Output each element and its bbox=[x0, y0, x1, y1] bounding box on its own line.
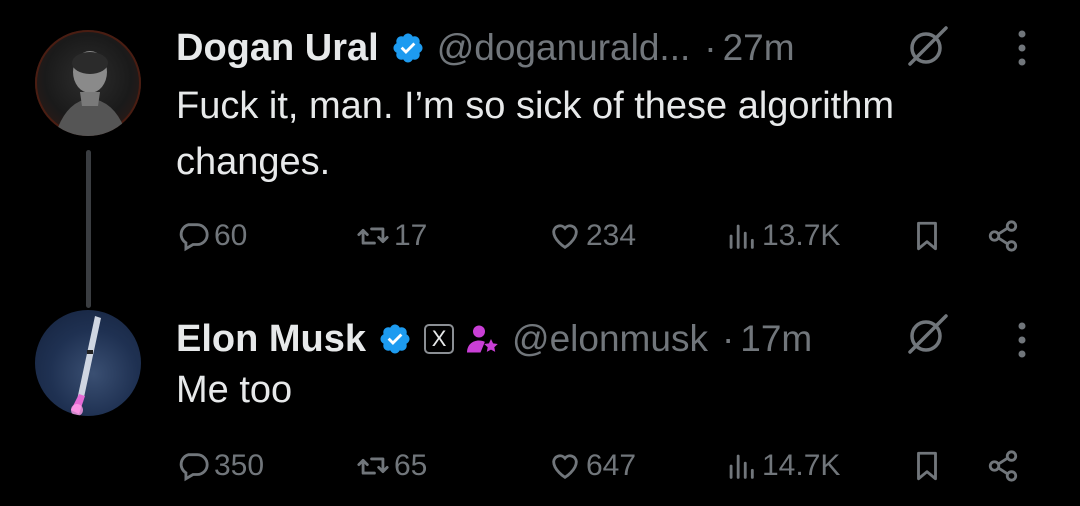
repost-button[interactable]: 17 bbox=[356, 214, 427, 258]
repost-count: 17 bbox=[394, 219, 428, 252]
verified-badge-icon bbox=[380, 324, 410, 354]
reply-count: 350 bbox=[214, 449, 265, 482]
share-button[interactable] bbox=[986, 444, 1020, 488]
tweet-header: Dogan Ural @doganurald... · 27m bbox=[176, 24, 795, 72]
reply-icon bbox=[179, 223, 209, 252]
like-count: 647 bbox=[586, 449, 637, 482]
tweet-text: Fuck it, man. I’m so sick of these algor… bbox=[176, 85, 895, 183]
separator: · bbox=[704, 27, 717, 68]
views-icon bbox=[729, 224, 754, 249]
views-count: 13.7K bbox=[762, 219, 841, 252]
share-button[interactable] bbox=[986, 214, 1020, 258]
more-icon[interactable] bbox=[1012, 318, 1032, 362]
views-icon bbox=[729, 454, 754, 479]
more-icon[interactable] bbox=[1012, 26, 1032, 70]
verified-badge-icon bbox=[393, 33, 423, 63]
share-icon bbox=[988, 450, 1018, 482]
timestamp[interactable]: 17m bbox=[740, 318, 812, 360]
avatar[interactable] bbox=[35, 30, 141, 136]
grok-icon[interactable] bbox=[904, 24, 950, 70]
reply-button[interactable]: 350 bbox=[176, 444, 264, 488]
thread-line bbox=[86, 150, 91, 308]
action-bar: 60 17 234 13.7K bbox=[176, 214, 1046, 258]
author-name[interactable]: Elon Musk bbox=[176, 318, 366, 361]
tweet-text: Me too bbox=[176, 369, 293, 411]
views-button[interactable]: 13.7K bbox=[724, 214, 840, 258]
like-icon bbox=[552, 454, 578, 480]
repost-icon bbox=[357, 457, 389, 475]
like-button[interactable]: 647 bbox=[548, 444, 636, 488]
repost-button[interactable]: 65 bbox=[356, 444, 427, 488]
separator: · bbox=[721, 318, 735, 359]
bookmark-button[interactable] bbox=[910, 444, 944, 488]
like-icon bbox=[552, 224, 578, 250]
views-count: 14.7K bbox=[762, 449, 841, 482]
views-button[interactable]: 14.7K bbox=[724, 444, 840, 488]
reply-button[interactable]: 60 bbox=[176, 214, 247, 258]
author-name[interactable]: Dogan Ural bbox=[176, 27, 379, 70]
timestamp[interactable]: 27m bbox=[723, 27, 795, 69]
share-icon bbox=[988, 220, 1018, 252]
avatar[interactable] bbox=[35, 310, 141, 416]
bookmark-button[interactable] bbox=[910, 214, 944, 258]
tweet[interactable]: Elon Musk X @elonmusk · 17m Me too 350 6… bbox=[0, 290, 1080, 506]
tweet[interactable]: Dogan Ural @doganurald... · 27m Fuck it,… bbox=[0, 0, 1080, 308]
repost-icon bbox=[357, 227, 389, 245]
like-button[interactable]: 234 bbox=[548, 214, 636, 258]
action-bar: 350 65 647 14.7K bbox=[176, 444, 1046, 488]
tweet-header: Elon Musk X @elonmusk · 17m bbox=[176, 314, 812, 364]
repost-count: 65 bbox=[394, 449, 428, 482]
like-count: 234 bbox=[586, 219, 637, 252]
x-affiliate-icon[interactable]: X bbox=[424, 324, 455, 354]
reply-count: 60 bbox=[214, 219, 248, 252]
reply-icon bbox=[179, 453, 209, 482]
affiliate-person-icon bbox=[467, 325, 498, 353]
author-handle[interactable]: @elonmusk bbox=[512, 318, 708, 360]
grok-icon[interactable] bbox=[904, 312, 950, 358]
bookmark-icon bbox=[917, 221, 937, 251]
bookmark-icon bbox=[917, 451, 937, 481]
author-handle[interactable]: @doganurald... bbox=[437, 27, 691, 69]
